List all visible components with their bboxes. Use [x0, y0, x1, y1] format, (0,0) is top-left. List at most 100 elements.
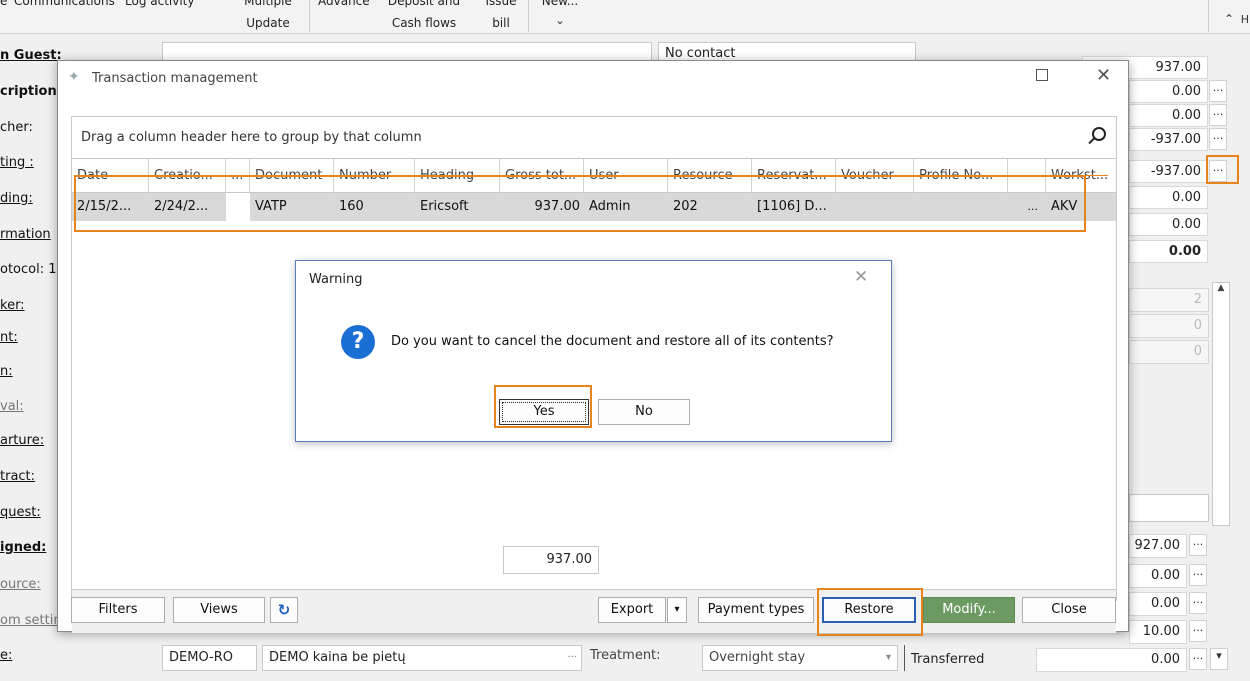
cell-document: VATP: [255, 199, 287, 214]
app-icon: ✦: [68, 69, 80, 85]
column-resource[interactable]: Resource: [668, 159, 752, 193]
label-broker[interactable]: ker:: [0, 298, 25, 313]
ribbon-separator: [309, 0, 310, 32]
cell-user: Admin: [589, 199, 631, 214]
maximize-button[interactable]: [1036, 69, 1048, 81]
lower-value-1: 927.00: [1129, 534, 1187, 558]
cell-resource: 202: [673, 199, 698, 214]
chevron-up-icon[interactable]: ⌃: [1224, 12, 1234, 26]
more-button[interactable]: ...: [1209, 128, 1227, 150]
warning-title: Warning: [309, 272, 363, 287]
more-button[interactable]: ...: [1209, 104, 1227, 126]
cell-more: [226, 193, 250, 221]
column-user[interactable]: User: [584, 159, 668, 193]
refresh-icon: ↻: [277, 601, 291, 619]
close-icon[interactable]: ✕: [1096, 65, 1111, 86]
right-count-1: 2: [1129, 288, 1209, 312]
cell-voucher: [836, 193, 914, 221]
question-icon: ?: [341, 325, 375, 359]
treatment-label: Treatment:: [590, 648, 661, 663]
more-button[interactable]: ...: [1189, 564, 1207, 586]
column-profile-no[interactable]: Profile No...: [914, 159, 1008, 193]
label-contract[interactable]: tract:: [0, 469, 35, 484]
ribbon-multiple-update[interactable]: Multiple Update: [238, 0, 298, 30]
chevron-down-icon[interactable]: ▾: [886, 646, 891, 670]
search-icon[interactable]: [1092, 127, 1106, 141]
close-icon[interactable]: ✕: [854, 267, 868, 287]
more-button-highlighted[interactable]: ...: [1209, 160, 1227, 182]
column-more[interactable]: ...: [226, 159, 250, 193]
label-departure[interactable]: arture:: [0, 433, 44, 448]
ribbon: e Communications Log activity Multiple U…: [0, 0, 1250, 34]
label-information[interactable]: rmation: [0, 227, 51, 242]
right-value-7: 0.00: [1129, 213, 1208, 236]
column-reservation[interactable]: Reservat...: [752, 159, 836, 193]
notes-field[interactable]: [1129, 494, 1209, 522]
yes-button[interactable]: Yes: [499, 399, 589, 425]
ribbon-log-activity[interactable]: Log activity: [125, 0, 194, 8]
transferred-label: Transferred: [904, 645, 1034, 671]
scroll-up-icon[interactable]: ▲: [1213, 283, 1229, 293]
more-button[interactable]: ...: [1189, 592, 1207, 614]
treatment-select[interactable]: Overnight stay ▾: [702, 645, 898, 671]
right-value-3: 0.00: [1129, 104, 1208, 127]
label-agent[interactable]: nt:: [0, 330, 18, 345]
column-heading[interactable]: Heading: [415, 159, 500, 193]
column-document[interactable]: Document: [250, 159, 334, 193]
column-gross-total[interactable]: Gross tot...: [500, 159, 584, 193]
column-blank[interactable]: [1008, 159, 1046, 193]
ribbon-communications[interactable]: Communications: [14, 0, 115, 8]
modify-button[interactable]: Modify...: [923, 597, 1015, 623]
label-booking: ting :: [0, 155, 34, 170]
filters-button[interactable]: Filters: [71, 597, 165, 623]
more-button[interactable]: ...: [1189, 620, 1207, 642]
ribbon-advance[interactable]: Advance: [318, 0, 370, 8]
label-request[interactable]: quest:: [0, 505, 41, 520]
right-value-5: -937.00: [1129, 160, 1208, 183]
group-by-panel[interactable]: Drag a column header here to group by th…: [72, 117, 1116, 159]
views-button[interactable]: Views: [173, 597, 265, 623]
right-value-2: 0.00: [1129, 80, 1208, 103]
refresh-button[interactable]: ↻: [270, 597, 298, 623]
column-number[interactable]: Number: [334, 159, 415, 193]
ribbon-item-e[interactable]: e: [0, 0, 7, 8]
chevron-down-icon[interactable]: ▾: [1210, 648, 1228, 670]
more-button[interactable]: ...: [1189, 648, 1207, 670]
cell-more-button[interactable]: ...: [1008, 193, 1046, 221]
label-origin[interactable]: n:: [0, 364, 13, 379]
label-resource[interactable]: ource:: [0, 577, 41, 592]
restore-button[interactable]: Restore: [822, 597, 916, 623]
label-guest: n Guest:: [0, 48, 62, 63]
ribbon-separator: [528, 0, 529, 32]
more-button[interactable]: ...: [1209, 80, 1227, 102]
ribbon-new[interactable]: New... ⌄: [540, 0, 580, 28]
gross-total-sum: 937.00: [503, 546, 599, 574]
scrollbar[interactable]: ▲: [1212, 282, 1230, 526]
table-row[interactable]: 2/15/2... 2/24/2... VATP 160 Ericsoft 93…: [72, 193, 1116, 221]
ribbon-issue-bill[interactable]: Issue bill: [484, 0, 518, 30]
ribbon-h: H: [1240, 13, 1249, 26]
warning-message: Do you want to cancel the document and r…: [391, 334, 834, 349]
payment-types-button[interactable]: Payment types: [698, 597, 814, 623]
cell-gross-total: 937.00: [534, 199, 581, 214]
no-button[interactable]: No: [598, 399, 690, 425]
more-icon[interactable]: ···: [567, 646, 577, 670]
more-button[interactable]: ...: [1189, 534, 1207, 556]
column-voucher[interactable]: Voucher: [836, 159, 914, 193]
label-arrival[interactable]: val:: [0, 399, 24, 414]
close-button[interactable]: Close: [1022, 597, 1116, 623]
label-heading[interactable]: ding:: [0, 191, 33, 206]
export-dropdown-chevron-icon[interactable]: ▾: [667, 597, 687, 623]
column-workstation[interactable]: Workst...: [1046, 159, 1116, 193]
label-room-settings[interactable]: om settin: [0, 613, 62, 628]
column-creation[interactable]: Creatio...: [149, 159, 226, 193]
column-date[interactable]: Date: [72, 159, 149, 193]
cell-reservation: [1106] D...: [757, 199, 827, 214]
label-assigned[interactable]: igned:: [0, 540, 46, 555]
warning-dialog: Warning ✕ ? Do you want to cancel the do…: [295, 260, 892, 442]
price-name-field[interactable]: DEMO kaina be pietų ···: [262, 645, 582, 671]
export-button[interactable]: Export: [598, 597, 666, 623]
group-hint: Drag a column header here to group by th…: [81, 130, 422, 145]
ribbon-deposit-cash-flows[interactable]: Deposit and Cash flows: [384, 0, 464, 30]
label-rate[interactable]: e:: [0, 648, 12, 663]
